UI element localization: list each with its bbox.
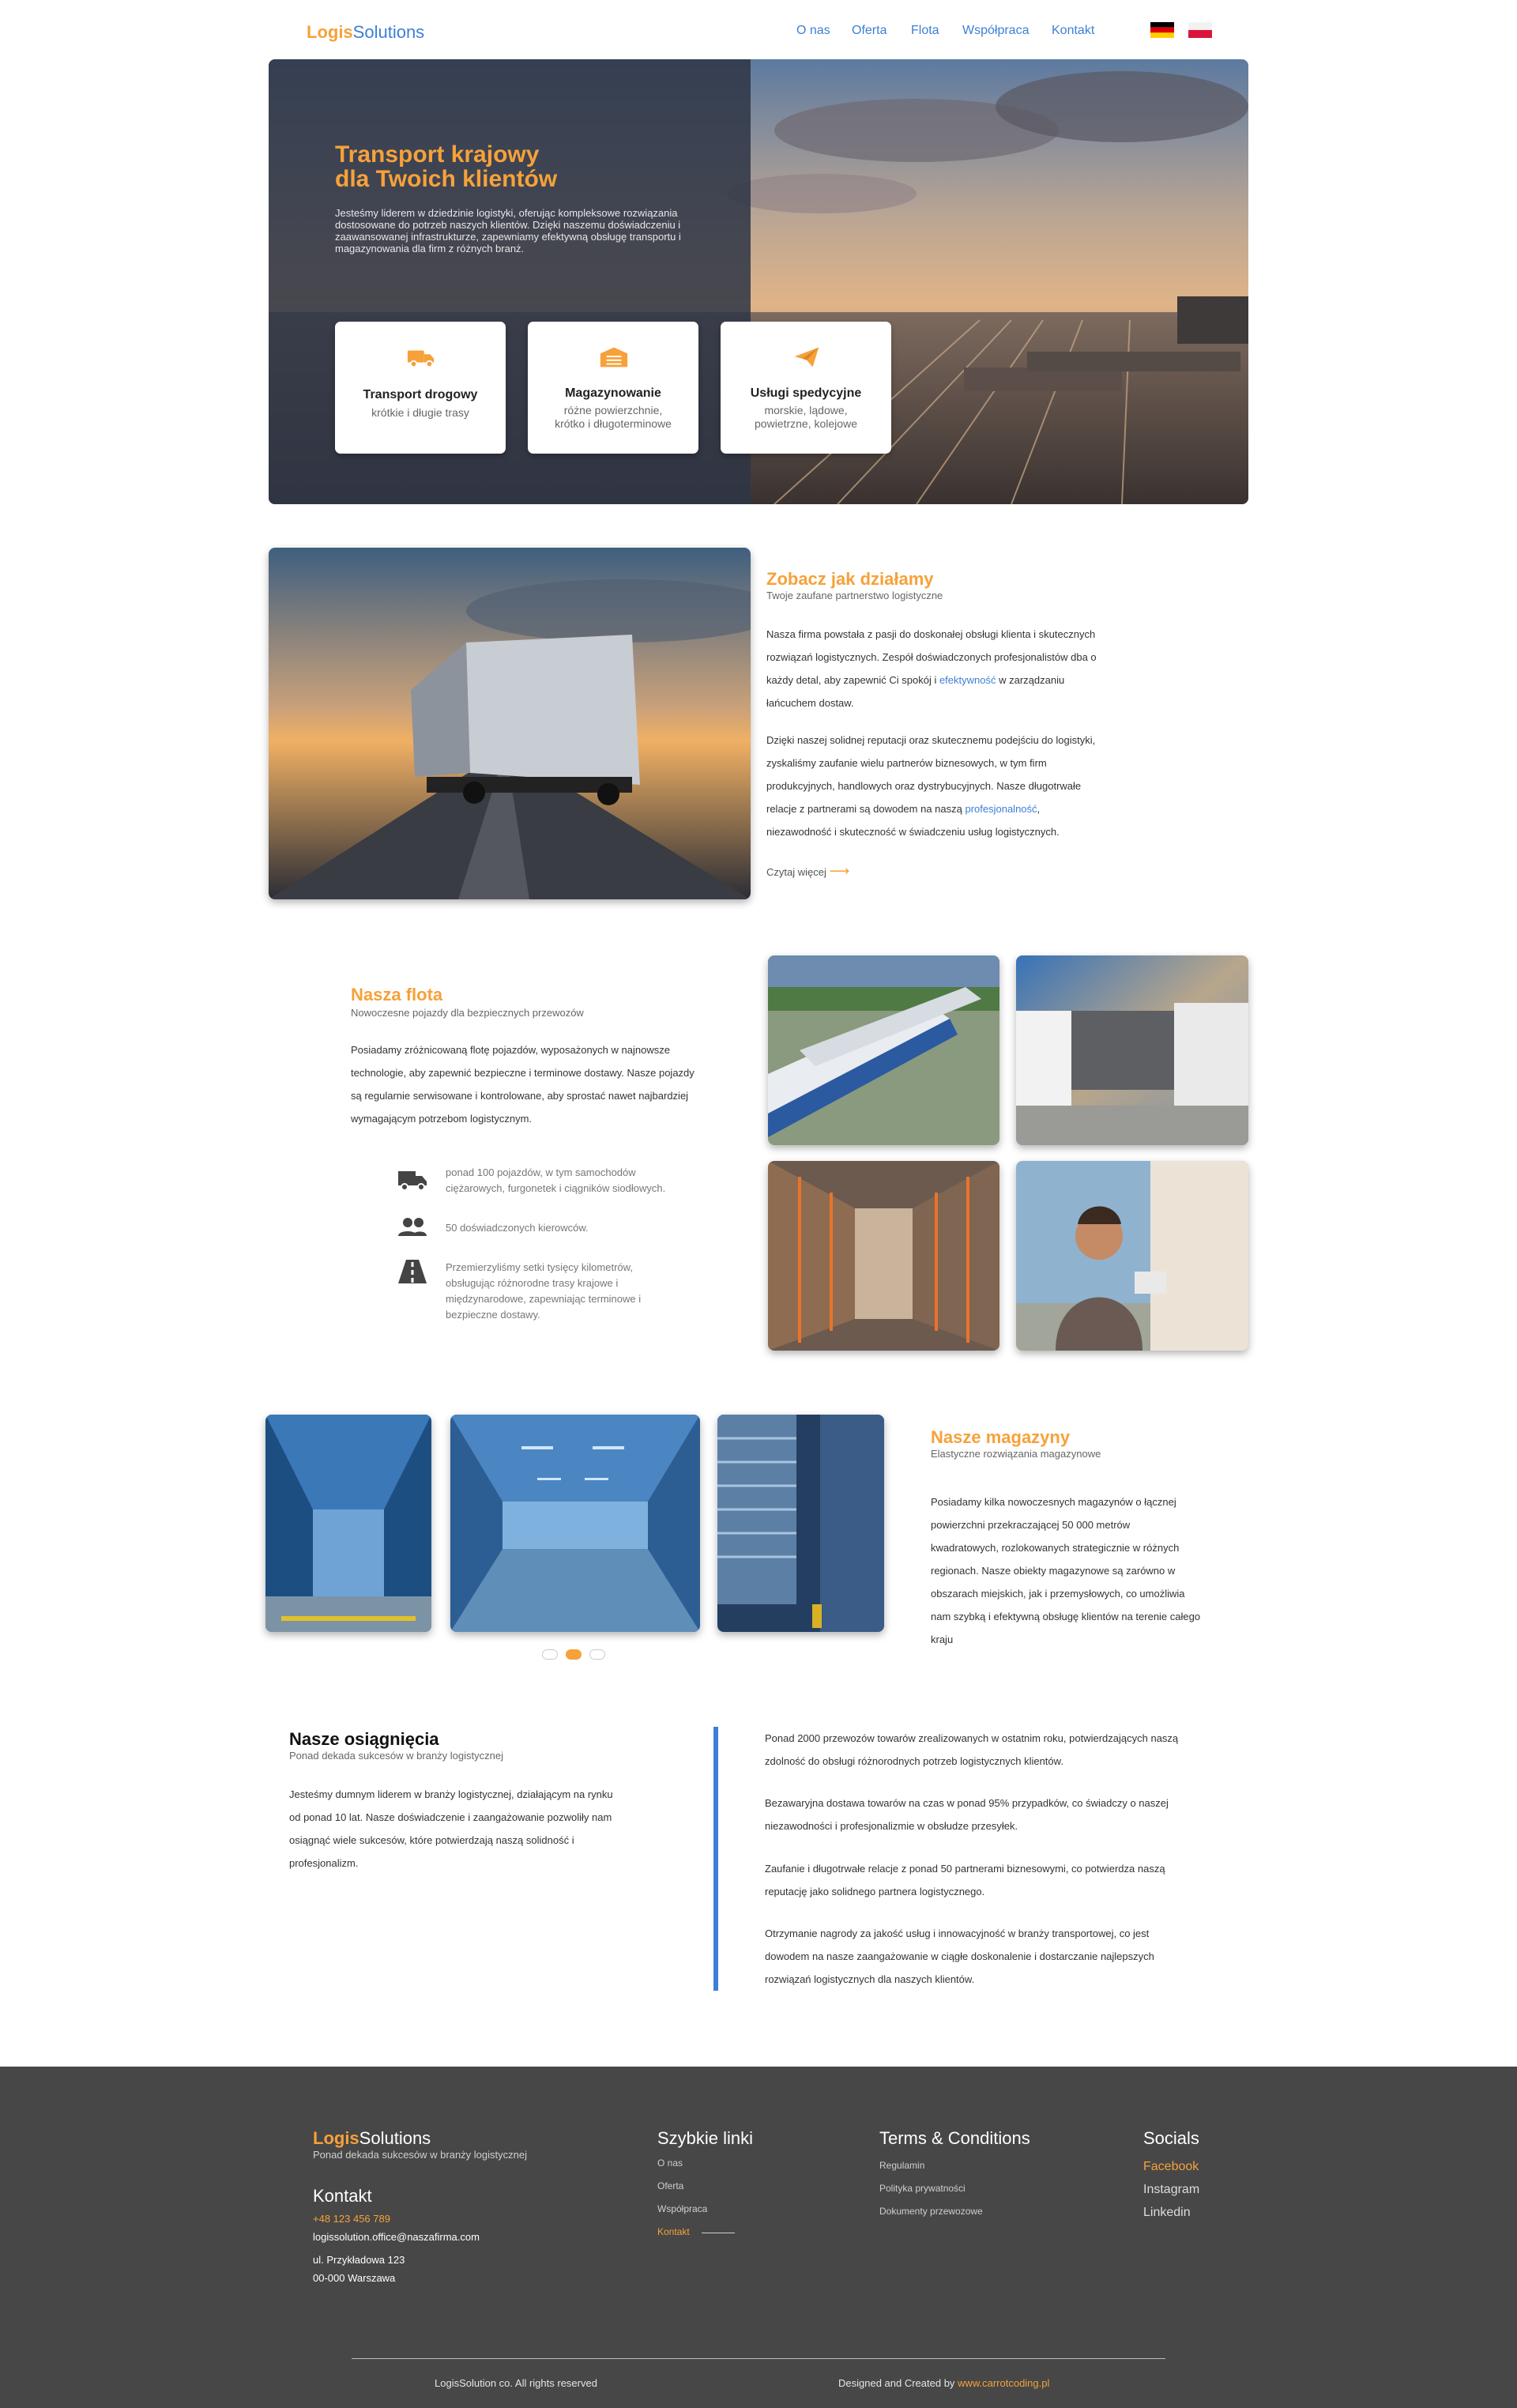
fleet-photo-trucks <box>768 955 999 1145</box>
fleet-photo-loading-dock <box>1016 955 1248 1145</box>
people-icon <box>398 1218 427 1236</box>
footer-tagline: Ponad dekada sukcesów w branży logistycz… <box>313 2149 527 2161</box>
card-desc: krótkie i długie trasy <box>371 406 469 419</box>
fleet-feature-drivers: 50 doświadczonych kierowców. <box>446 1222 589 1234</box>
card-desc: morskie, lądowe, powietrzne, kolejowe <box>755 404 857 430</box>
footer-link-documents[interactable]: Dokumenty przewozowe <box>879 2206 983 2217</box>
service-card-forwarding[interactable]: Usługi spedycyjne morskie, lądowe, powiet… <box>721 322 891 454</box>
nav-flota[interactable]: Flota <box>911 24 939 38</box>
card-desc: różne powierzchnie, krótko i długotermino… <box>555 404 672 430</box>
achievement-item-3: Zaufanie i długotrwałe relacje z ponad 5… <box>765 1863 1165 1897</box>
truck-icon <box>398 1171 427 1191</box>
social-linkedin[interactable]: Linkedin <box>1143 2206 1191 2220</box>
warehouses-paragraph: Posiadamy kilka nowoczesnych magazynów o… <box>931 1496 1201 1645</box>
footer-link-regulamin[interactable]: Regulamin <box>879 2160 924 2171</box>
logo[interactable]: LogisSolutions <box>307 22 424 43</box>
card-title: Transport drogowy <box>363 388 478 401</box>
socials-title: Socials <box>1143 2128 1199 2148</box>
footer-email[interactable]: logissolution.office@naszafirma.com <box>313 2231 480 2243</box>
road-icon <box>398 1260 427 1283</box>
nav-kontakt[interactable]: Kontakt <box>1052 24 1094 38</box>
footer-logo[interactable]: LogisSolutions <box>313 2128 431 2149</box>
card-title: Magazynowanie <box>565 386 661 400</box>
designed-by: Designed and Created by www.carrotcoding… <box>838 2377 1050 2389</box>
achievements-divider <box>713 1727 718 1991</box>
service-card-warehouse[interactable]: Magazynowanie różne powierzchnie, krótko … <box>528 322 698 454</box>
carousel-dots <box>542 1649 629 1660</box>
footer-link-wspolpraca[interactable]: Współpraca <box>657 2203 707 2214</box>
card-title: Usługi spedycyjne <box>750 386 862 400</box>
footer-address-city: 00-000 Warszawa <box>313 2272 396 2284</box>
service-card-transport[interactable]: Transport drogowy krótkie i długie trasy <box>335 322 506 454</box>
copyright: LogisSolution co. All rights reserved <box>435 2377 597 2389</box>
social-facebook[interactable]: Facebook <box>1143 2160 1199 2174</box>
fleet-title: Nasza flota <box>351 985 443 1004</box>
truck-photo <box>269 548 751 899</box>
hero-description: Jesteśmy liderem w dziedzinie logistyki,… <box>335 207 681 254</box>
terms-title: Terms & Conditions <box>879 2128 1030 2148</box>
footer-link-oferta[interactable]: Oferta <box>657 2180 683 2191</box>
footer: LogisSolutions Ponad dekada sukcesów w b… <box>0 2067 1517 2408</box>
carousel-dot-active[interactable] <box>566 1649 582 1660</box>
achievements-title: Nasze osiągnięcia <box>289 1729 439 1749</box>
nav-wspolpraca[interactable]: Współpraca <box>962 24 1029 38</box>
arrow-right-icon: ⟶ <box>829 863 850 879</box>
warehouse-photo-3 <box>717 1415 884 1632</box>
fleet-subtitle: Nowoczesne pojazdy dla bezpiecznych prze… <box>351 1007 584 1019</box>
fleet-photo-warehouse-aisle <box>768 1161 999 1351</box>
achievements-subtitle: Ponad dekada sukcesów w branży logistycz… <box>289 1750 503 1762</box>
link-efektywnosc[interactable]: efektywność <box>939 674 996 686</box>
footer-link-privacy[interactable]: Polityka prywatności <box>879 2183 966 2194</box>
warehouse-icon <box>600 347 628 367</box>
carousel-dot[interactable] <box>542 1649 558 1660</box>
footer-link-o-nas[interactable]: O nas <box>657 2157 683 2169</box>
about-subtitle: Twoje zaufane partnerstwo logistyczne <box>766 590 943 601</box>
nav-o-nas[interactable]: O nas <box>796 24 830 38</box>
de-flag-icon[interactable] <box>1150 22 1174 38</box>
about-paragraph-2: Dzięki naszej solidnej reputacji oraz sk… <box>766 734 1096 838</box>
nav-oferta[interactable]: Oferta <box>852 24 886 38</box>
about-title: Zobacz jak działamy <box>766 569 934 589</box>
hero-banner: Transport krajowy dla Twoich klientów Jes… <box>269 59 1248 504</box>
achievement-item-2: Bezawaryjna dostawa towarów na czas w po… <box>765 1797 1169 1832</box>
carousel-dot[interactable] <box>589 1649 605 1660</box>
social-instagram[interactable]: Instagram <box>1143 2183 1199 2197</box>
achievement-item-1: Ponad 2000 przewozów towarów zrealizowan… <box>765 1732 1179 1767</box>
fleet-photo-driver <box>1016 1161 1248 1351</box>
truck-icon <box>407 350 435 368</box>
pl-flag-icon[interactable] <box>1188 22 1212 38</box>
fleet-feature-vehicles: ponad 100 pojazdów, w tym samochodów cięż… <box>446 1166 666 1194</box>
read-more-link[interactable]: Czytaj więcej ⟶ <box>766 863 849 880</box>
warehouses-title: Nasze magazyny <box>931 1427 1071 1447</box>
footer-contact-title: Kontakt <box>313 2186 372 2206</box>
footer-address-street: ul. Przykładowa 123 <box>313 2254 405 2266</box>
warehouses-subtitle: Elastyczne rozwiązania magazynowe <box>931 1448 1101 1460</box>
warehouse-photo-2 <box>450 1415 700 1632</box>
fleet-paragraph: Posiadamy zróżnicowaną flotę pojazdów, w… <box>351 1044 695 1125</box>
footer-divider <box>352 2358 1165 2359</box>
paper-plane-icon <box>794 347 819 367</box>
achievement-item-4: Otrzymanie nagrody za jakość usług i inn… <box>765 1928 1154 1985</box>
footer-phone[interactable]: +48 123 456 789 <box>313 2213 390 2225</box>
footer-link-kontakt[interactable]: Kontakt <box>657 2226 690 2237</box>
about-paragraph-1: Nasza firma powstała z pasji do doskonał… <box>766 628 1097 709</box>
link-profesjonalnosc[interactable]: profesjonalność <box>965 803 1037 815</box>
quick-links-title: Szybkie linki <box>657 2128 754 2148</box>
fleet-feature-routes: Przemierzyliśmy setki tysięcy kilometrów… <box>446 1261 642 1321</box>
designer-link[interactable]: www.carrotcoding.pl <box>958 2377 1049 2389</box>
hero-title: Transport krajowy dla Twoich klientów <box>335 141 558 192</box>
achievements-paragraph: Jesteśmy dumnym liderem w branży logisty… <box>289 1788 613 1869</box>
warehouse-photo-1 <box>265 1415 431 1632</box>
